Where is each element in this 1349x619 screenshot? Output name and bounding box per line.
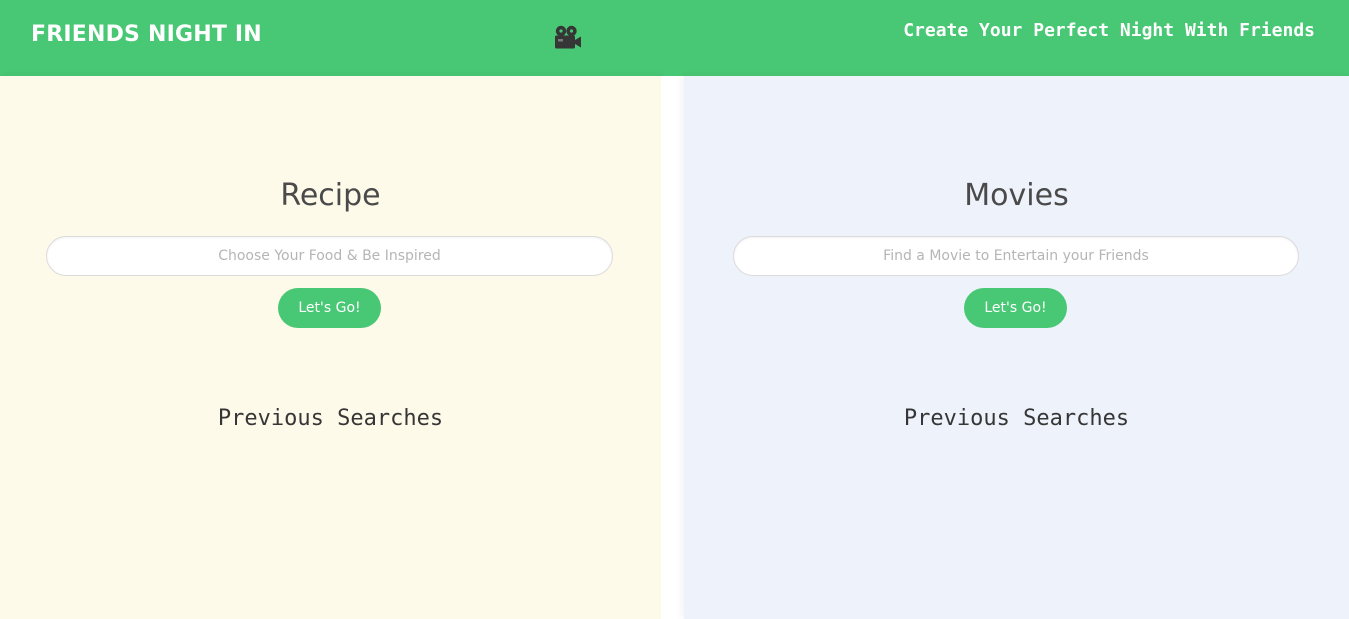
movies-previous-searches-title: Previous Searches <box>903 406 1130 431</box>
recipe-search-input[interactable] <box>46 236 613 276</box>
brand-title[interactable]: FRIENDS NIGHT IN <box>31 20 262 50</box>
recipe-previous-searches-title: Previous Searches <box>217 406 444 431</box>
recipe-panel: Recipe Let's Go! Previous Searches <box>0 76 661 619</box>
movies-search-input[interactable] <box>733 236 1299 276</box>
recipe-go-button[interactable]: Let's Go! <box>278 288 381 328</box>
panel-divider <box>661 76 684 619</box>
tagline: Create Your Perfect Night With Friends <box>903 20 1315 41</box>
movies-title: Movies <box>964 178 1069 213</box>
film-camera-icon <box>553 24 583 52</box>
recipe-title: Recipe <box>280 178 381 213</box>
navbar: FRIENDS NIGHT IN Create Your Perfect Nig… <box>0 0 1349 76</box>
movies-go-button[interactable]: Let's Go! <box>964 288 1067 328</box>
movies-panel: Movies Let's Go! Previous Searches <box>684 76 1349 619</box>
